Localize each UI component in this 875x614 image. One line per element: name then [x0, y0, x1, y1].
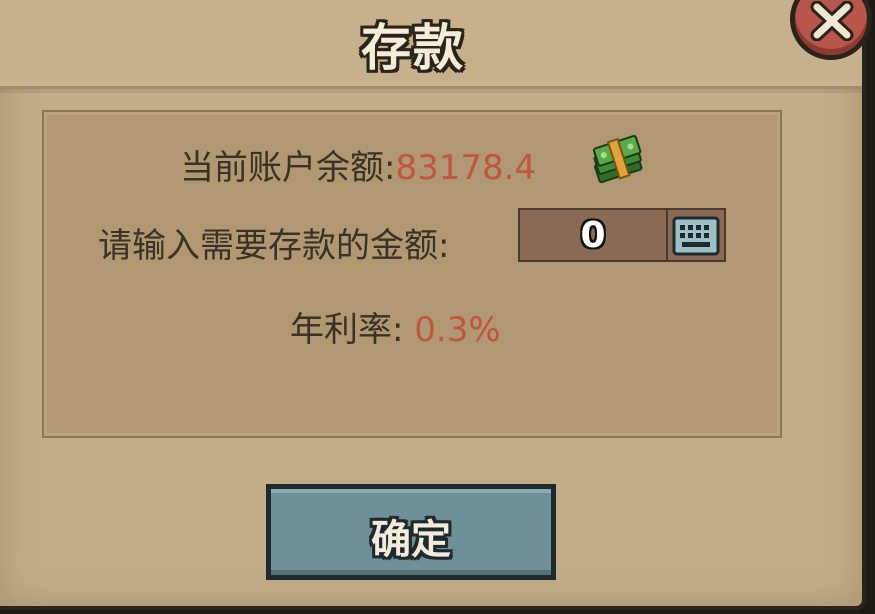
balance-label: 当前账户余额:: [180, 148, 396, 188]
deposit-dialog: 存款 当前账户余额:83178.4 请输入需要存款的金额: 0 年利率: 0.3…: [0, 0, 866, 610]
dialog-title: 存款: [361, 19, 465, 77]
confirm-button[interactable]: 确定: [266, 484, 556, 580]
dialog-header: 存款: [0, 0, 862, 89]
confirm-label: 确定: [371, 517, 451, 563]
keyboard-button[interactable]: [668, 208, 726, 262]
interest-row: 年利率: 0.3%: [290, 302, 501, 351]
balance-row: 当前账户余额:83178.4: [180, 140, 536, 189]
balance-value: 83178.4: [395, 148, 537, 188]
cash-stack-icon: [590, 134, 646, 190]
deposit-amount-input[interactable]: 0: [518, 208, 668, 262]
interest-label: 年利率:: [290, 310, 404, 350]
deposit-prompt: 请输入需要存款的金额:: [98, 226, 450, 266]
interest-value: 0.3%: [414, 310, 501, 350]
